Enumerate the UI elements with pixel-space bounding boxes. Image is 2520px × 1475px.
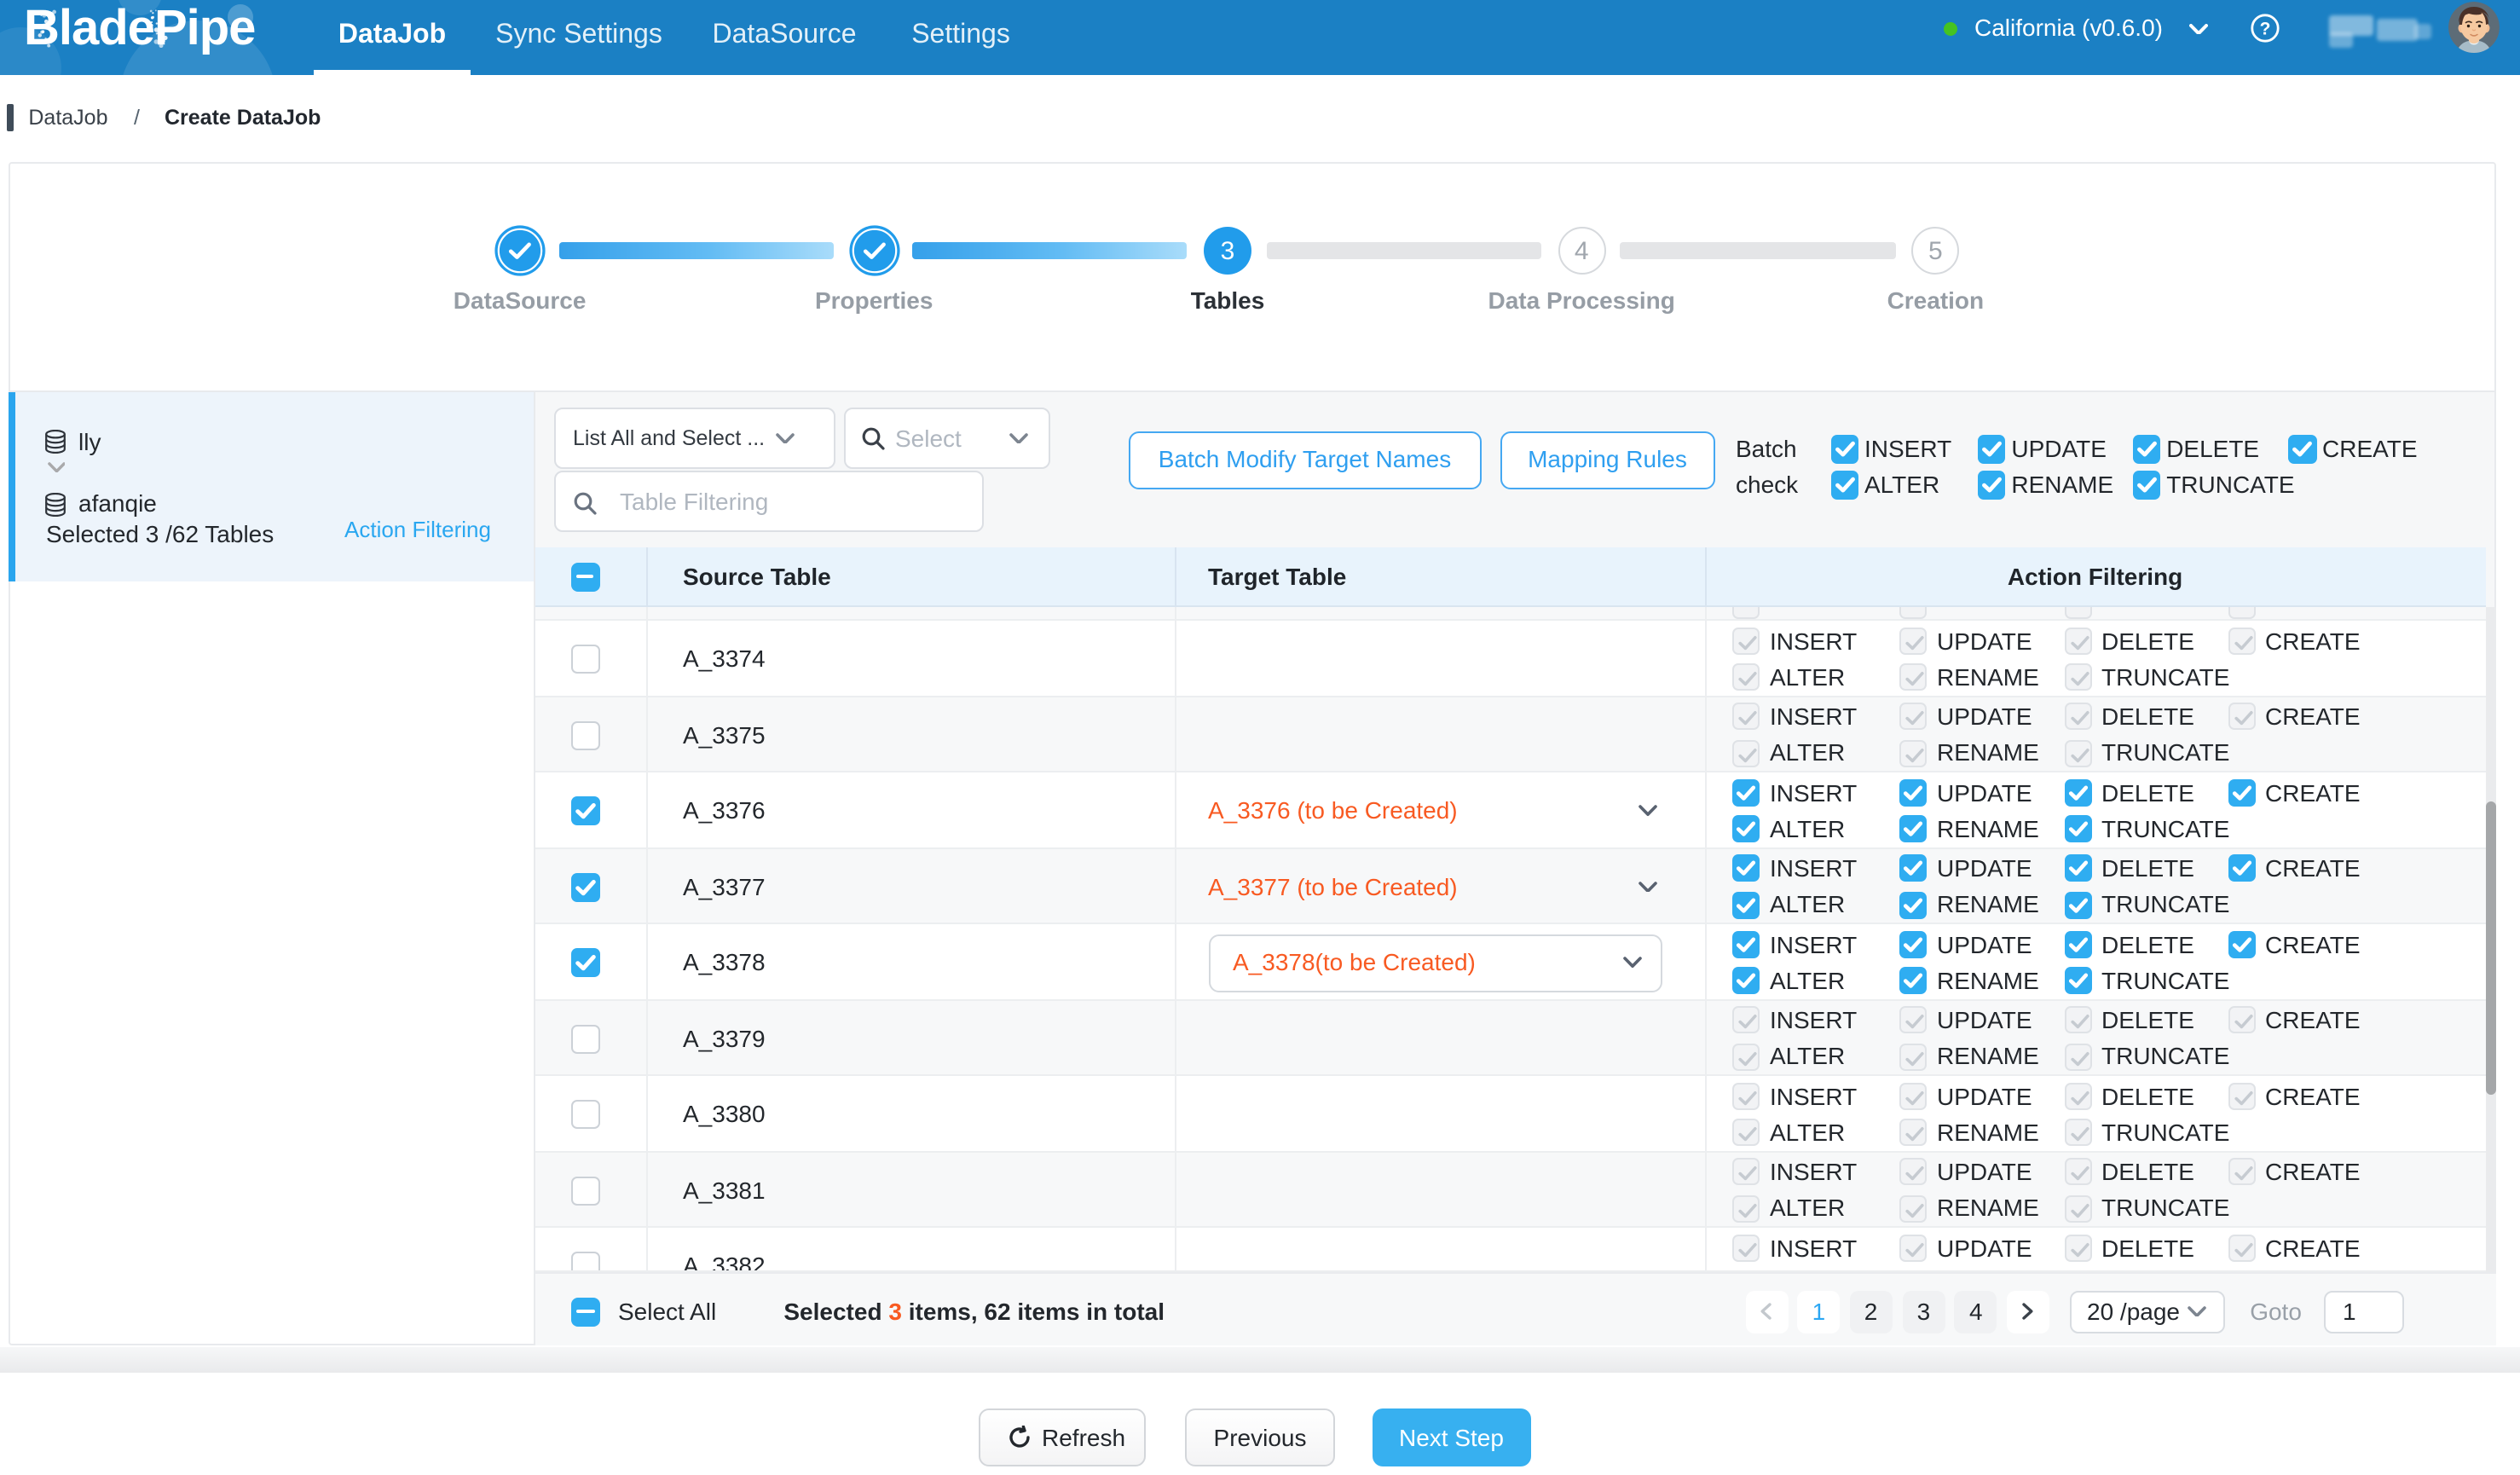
svg-text:?: ?	[2260, 19, 2271, 38]
